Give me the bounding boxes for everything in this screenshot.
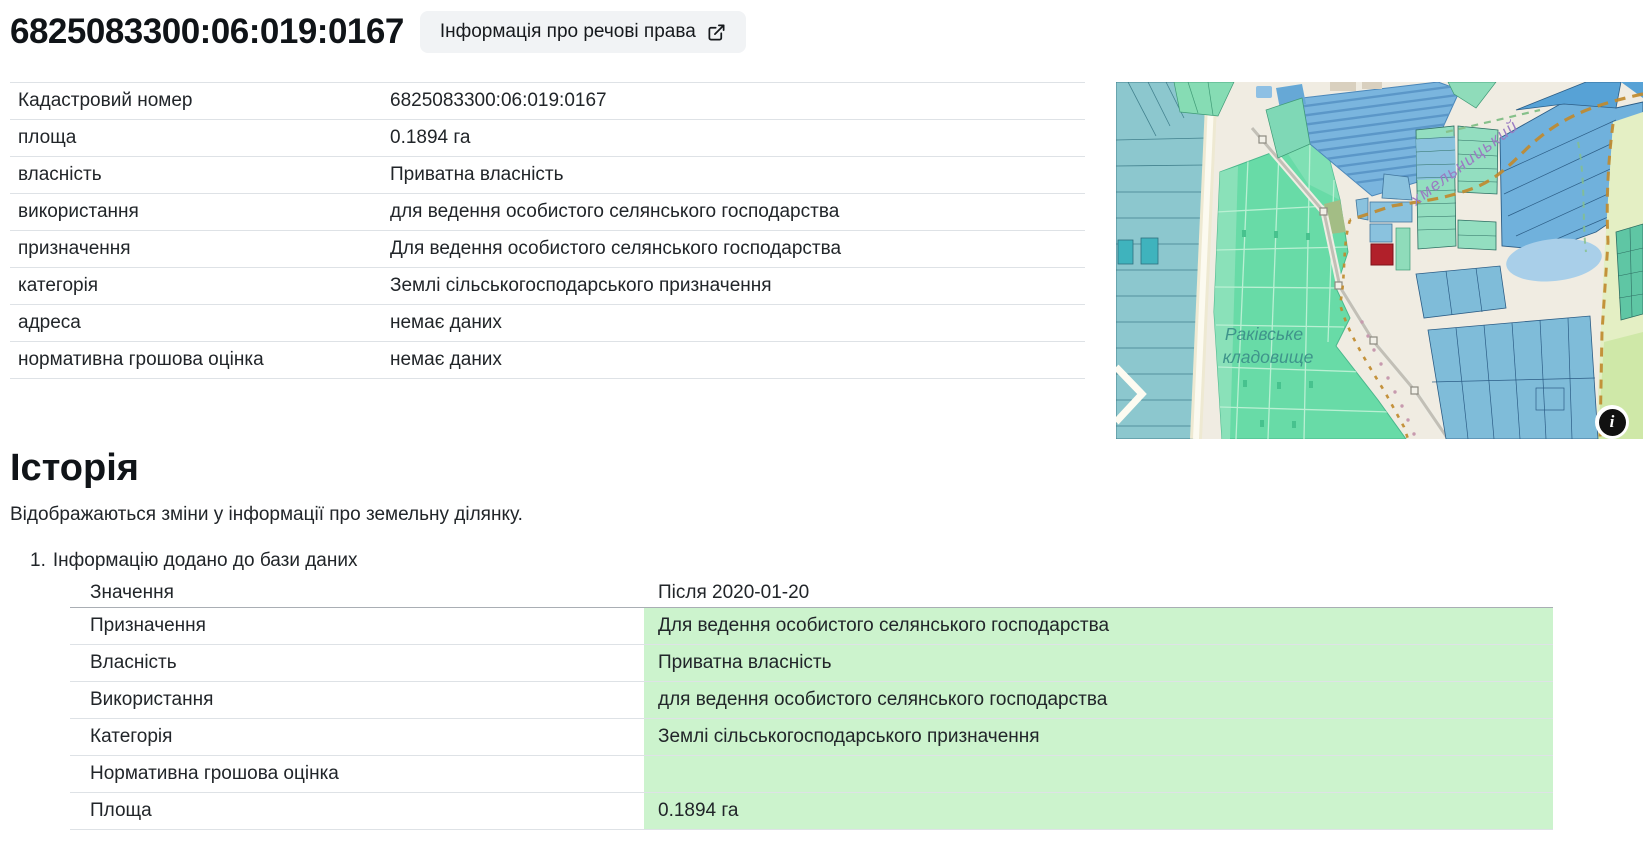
table-row: Площа 0.1894 га bbox=[70, 793, 1553, 830]
field-label: призначення bbox=[10, 231, 390, 268]
history-entry-number: 1. bbox=[30, 550, 46, 572]
table-row: нормативна грошова оцінка немає даних bbox=[10, 342, 1085, 379]
table-row: використання для ведення особистого селя… bbox=[10, 194, 1085, 231]
history-description: Відображаються зміни у інформації про зе… bbox=[10, 504, 1643, 526]
field-label: Власність bbox=[70, 645, 644, 682]
table-row: власність Приватна власність bbox=[10, 157, 1085, 194]
field-value: Для ведення особистого селянського госпо… bbox=[644, 608, 1553, 645]
page-header: 6825083300:06:019:0167 Інформація про ре… bbox=[10, 8, 1643, 56]
page-title: 6825083300:06:019:0167 bbox=[10, 12, 404, 52]
field-label: нормативна грошова оцінка bbox=[10, 342, 390, 379]
table-row: адреса немає даних bbox=[10, 305, 1085, 342]
cemetery-label-line2: кладовище bbox=[1223, 347, 1314, 367]
table-row: категорія Землі сільськогосподарського п… bbox=[10, 268, 1085, 305]
field-label: Кадастровий номер bbox=[10, 83, 390, 120]
field-value: 0.1894 га bbox=[644, 793, 1553, 830]
map-attribution-button[interactable]: i bbox=[1595, 405, 1629, 439]
field-label: Призначення bbox=[70, 608, 644, 645]
history-entry-label: Інформацію додано до бази даних bbox=[53, 550, 358, 572]
table-row: Категорія Землі сільськогосподарського п… bbox=[70, 719, 1553, 756]
parcel-attributes-table: Кадастровий номер 6825083300:06:019:0167… bbox=[10, 82, 1085, 379]
field-value: Землі сільськогосподарського призначення bbox=[390, 268, 1085, 305]
field-value: Після 2020-01-20 bbox=[644, 579, 1553, 608]
field-value: 0.1894 га bbox=[390, 120, 1085, 157]
field-value: 6825083300:06:019:0167 bbox=[390, 83, 1085, 120]
field-value: для ведення особистого селянського госпо… bbox=[390, 194, 1085, 231]
field-value: немає даних bbox=[390, 342, 1085, 379]
table-row: площа 0.1894 га bbox=[10, 120, 1085, 157]
field-value: Для ведення особистого селянського госпо… bbox=[390, 231, 1085, 268]
field-label: Значення bbox=[70, 579, 644, 608]
cadastral-map[interactable]: хмельницький Раківське кладовище i bbox=[1116, 82, 1643, 439]
field-label: Категорія bbox=[70, 719, 644, 756]
field-label: Нормативна грошова оцінка bbox=[70, 756, 644, 793]
history-table: Значення Після 2020-01-20 Призначення Дл… bbox=[70, 579, 1553, 830]
history-heading: Історія bbox=[10, 447, 1643, 490]
history-section: Історія Відображаються зміни у інформаці… bbox=[10, 447, 1643, 830]
field-label: категорія bbox=[10, 268, 390, 305]
table-row: Значення Після 2020-01-20 bbox=[70, 579, 1553, 608]
property-rights-button-label: Інформація про речові права bbox=[440, 21, 696, 43]
selected-parcel[interactable] bbox=[1371, 244, 1393, 265]
parcel-attributes: Кадастровий номер 6825083300:06:019:0167… bbox=[10, 82, 1085, 439]
field-value bbox=[644, 756, 1553, 793]
field-label: площа bbox=[10, 120, 390, 157]
field-label: використання bbox=[10, 194, 390, 231]
map-canvas: хмельницький Раківське кладовище bbox=[1116, 82, 1643, 439]
cemetery-label-line1: Раківське bbox=[1225, 324, 1304, 344]
field-label: Площа bbox=[70, 793, 644, 830]
table-row: Кадастровий номер 6825083300:06:019:0167 bbox=[10, 83, 1085, 120]
field-label: Використання bbox=[70, 682, 644, 719]
field-label: власність bbox=[10, 157, 390, 194]
field-value: Землі сільськогосподарського призначення bbox=[644, 719, 1553, 756]
property-rights-button[interactable]: Інформація про речові права bbox=[420, 11, 746, 53]
table-row: Використання для ведення особистого селя… bbox=[70, 682, 1553, 719]
table-row: Власність Приватна власність bbox=[70, 645, 1553, 682]
external-link-icon bbox=[707, 23, 726, 42]
field-value: Приватна власність bbox=[390, 157, 1085, 194]
field-value: Приватна власність bbox=[644, 645, 1553, 682]
table-row: Нормативна грошова оцінка bbox=[70, 756, 1553, 793]
field-value: для ведення особистого селянського госпо… bbox=[644, 682, 1553, 719]
history-entry-title: 1. Інформацію додано до бази даних bbox=[30, 550, 1643, 572]
top-content: Кадастровий номер 6825083300:06:019:0167… bbox=[10, 82, 1643, 439]
history-entry: 1. Інформацію додано до бази даних Значе… bbox=[30, 550, 1643, 830]
table-row: призначення Для ведення особистого селян… bbox=[10, 231, 1085, 268]
field-label: адреса bbox=[10, 305, 390, 342]
field-value: немає даних bbox=[390, 305, 1085, 342]
table-row: Призначення Для ведення особистого селян… bbox=[70, 608, 1553, 645]
cadastral-parcel-page: 6825083300:06:019:0167 Інформація про ре… bbox=[0, 0, 1643, 830]
info-icon: i bbox=[1599, 409, 1626, 436]
